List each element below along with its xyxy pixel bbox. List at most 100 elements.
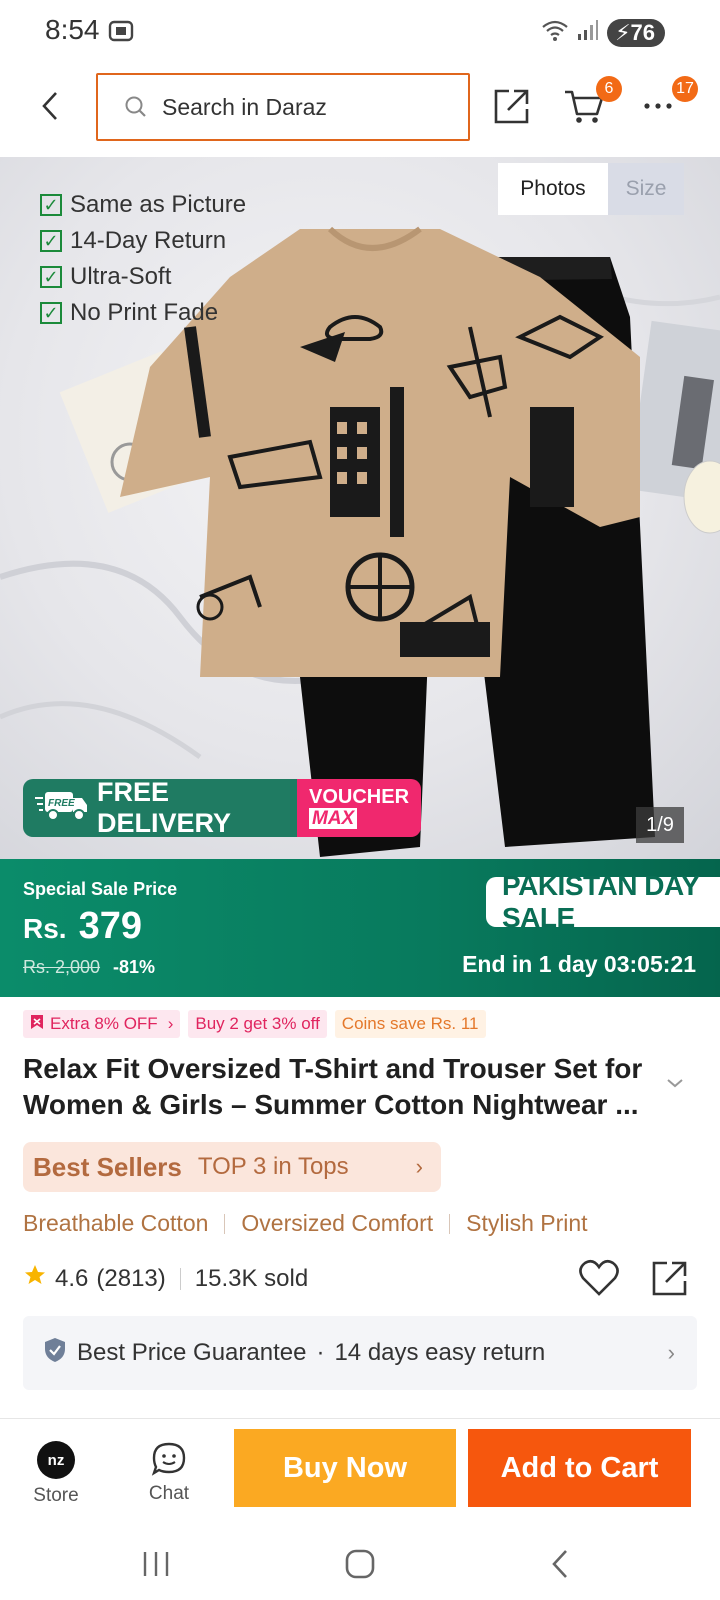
share-icon [652, 1261, 687, 1296]
event-tag: PAKISTAN DAY SALE [486, 870, 720, 933]
guarantee-row[interactable]: Best Price Guarantee · 14 days easy retu… [23, 1316, 697, 1390]
tab-size[interactable]: Size [608, 163, 684, 215]
highlight-text: Same as Picture [70, 191, 247, 218]
sold-count: 15.3K sold [194, 1264, 309, 1292]
divider [179, 1267, 181, 1290]
free-delivery-label: FREE DELIVERY [97, 779, 232, 837]
share-product-button[interactable] [650, 1258, 690, 1303]
store-logo: nz [37, 1441, 75, 1479]
rating-score: 4.6 [55, 1264, 89, 1292]
image-counter: 1/9 [636, 807, 684, 843]
battery-indicator: ⚡76 [607, 18, 665, 47]
top-nav: Search in Daraz 6 17 [0, 70, 720, 144]
store-button[interactable]: nz Store [21, 1441, 91, 1507]
price-currency: Rs. [23, 913, 67, 944]
chevron-down-icon [667, 1079, 683, 1088]
status-bar: 8:54 ⚡76 [0, 0, 720, 62]
easy-return: 14 days easy return [334, 1339, 546, 1366]
more-button[interactable]: 17 [634, 76, 698, 130]
share-button[interactable] [488, 82, 536, 130]
tab-photos[interactable]: Photos [498, 163, 608, 215]
extra-off-chip[interactable]: Extra 8% OFF › [23, 1010, 181, 1038]
wifi-icon [541, 18, 569, 47]
promo-chips: Extra 8% OFF › Buy 2 get 3% off Coins sa… [23, 1010, 486, 1038]
coins-chip[interactable]: Coins save Rs. 11 [334, 1010, 486, 1038]
best-sellers-rank: TOP 3 in Tops [197, 1153, 349, 1180]
promo-banner[interactable]: FREE FREE DELIVERY VOUCHER MAX [23, 779, 421, 837]
delivery-truck-icon: FREE [35, 788, 89, 829]
home-button[interactable] [330, 1544, 390, 1584]
chat-label: Chat [148, 1483, 190, 1504]
free-delivery-badge: FREE FREE DELIVERY [23, 779, 297, 837]
product-image-gallery[interactable]: ✓ Same as Picture ✓ 14-Day Return ✓ Ultra-S… [0, 157, 720, 859]
sale-countdown: End in 1 day 03:05:21 [462, 951, 696, 977]
highlight-text: No Print Fade [70, 299, 219, 326]
chevron-right-icon: › [167, 1014, 174, 1033]
highlight-item: ✓ No Print Fade [40, 295, 246, 331]
voucher-max-badge: VOUCHER MAX [297, 779, 421, 837]
chevron-right-icon: › [415, 1154, 423, 1179]
cart-badge: 6 [596, 76, 622, 102]
divider [224, 1213, 226, 1234]
highlight-item: ✓ 14-Day Return [40, 223, 246, 259]
free-icon-label: FREE [48, 798, 75, 809]
voucher-max-label: MAX [309, 808, 357, 829]
back-button[interactable] [28, 84, 72, 128]
voucher-icon [30, 1014, 44, 1035]
highlight-text: 14-Day Return [70, 227, 227, 254]
signal-icon [577, 19, 599, 46]
best-price-guarantee: Best Price Guarantee [77, 1339, 307, 1366]
store-label: Store [33, 1485, 79, 1506]
checkbox-icon: ✓ [40, 302, 62, 324]
shield-icon [43, 1337, 67, 1370]
system-back-button[interactable] [530, 1544, 590, 1584]
product-highlights: ✓ Same as Picture ✓ 14-Day Return ✓ Ultra-S… [40, 187, 246, 331]
product-title: Relax Fit Oversized T-Shirt and Trouser … [23, 1053, 643, 1120]
gallery-tabs: Photos Size [498, 163, 684, 215]
search-placeholder: Search in Daraz [162, 93, 327, 120]
chevron-right-icon: › [667, 1340, 675, 1365]
recent-apps-button[interactable] [126, 1544, 186, 1584]
buy-now-button[interactable]: Buy Now [234, 1429, 456, 1507]
status-time: 8:54 [45, 14, 100, 45]
checkbox-icon: ✓ [40, 194, 62, 216]
system-nav-bar [0, 1532, 720, 1600]
feature-tag: Oversized Comfort [241, 1210, 434, 1236]
search-icon [125, 96, 146, 117]
back-arrow-icon [42, 92, 57, 120]
checkbox-icon: ✓ [40, 230, 62, 252]
share-icon [494, 89, 529, 124]
screen-record-icon [108, 18, 134, 49]
feature-tag: Breathable Cotton [23, 1210, 209, 1236]
home-icon [345, 1549, 375, 1579]
wishlist-button[interactable] [578, 1258, 620, 1303]
more-badge: 17 [672, 76, 698, 102]
highlight-item: ✓ Ultra-Soft [40, 259, 246, 295]
battery-level: 76 [630, 19, 655, 45]
rating-row[interactable]: 4.6 (2813) 15.3K sold [23, 1263, 308, 1294]
bottom-action-bar: nz Store Chat Buy Now Add to Cart [0, 1418, 720, 1532]
heart-icon [579, 1259, 619, 1296]
add-to-cart-button[interactable]: Add to Cart [468, 1429, 691, 1507]
original-price: Rs. 2,000 [23, 957, 101, 977]
feature-tags: Breathable Cotton Oversized Comfort Styl… [23, 1210, 588, 1237]
divider [449, 1213, 451, 1234]
sale-label: Special Sale Price [23, 879, 178, 899]
price-banner: Special Sale Price Rs. 379 Rs. 2,000 -81… [0, 859, 720, 997]
star-icon [23, 1263, 47, 1294]
cart-button[interactable]: 6 [560, 76, 622, 130]
highlight-item: ✓ Same as Picture [40, 187, 246, 223]
discount-percent: -81% [113, 957, 156, 977]
price-value: 379 [78, 905, 142, 947]
checkbox-icon: ✓ [40, 266, 62, 288]
best-sellers-title: Best Sellers [33, 1151, 182, 1182]
chat-button[interactable]: Chat [134, 1441, 204, 1505]
best-sellers-banner[interactable]: Best Sellers TOP 3 in Tops › [23, 1142, 441, 1192]
recent-apps-icon [143, 1552, 169, 1576]
rating-count: (2813) [96, 1264, 166, 1292]
buy2-chip[interactable]: Buy 2 get 3% off [188, 1010, 327, 1038]
search-input[interactable]: Search in Daraz [96, 73, 470, 141]
expand-title-button[interactable] [666, 1076, 684, 1094]
feature-tag: Stylish Print [466, 1210, 588, 1236]
status-icons: ⚡76 [541, 18, 665, 47]
